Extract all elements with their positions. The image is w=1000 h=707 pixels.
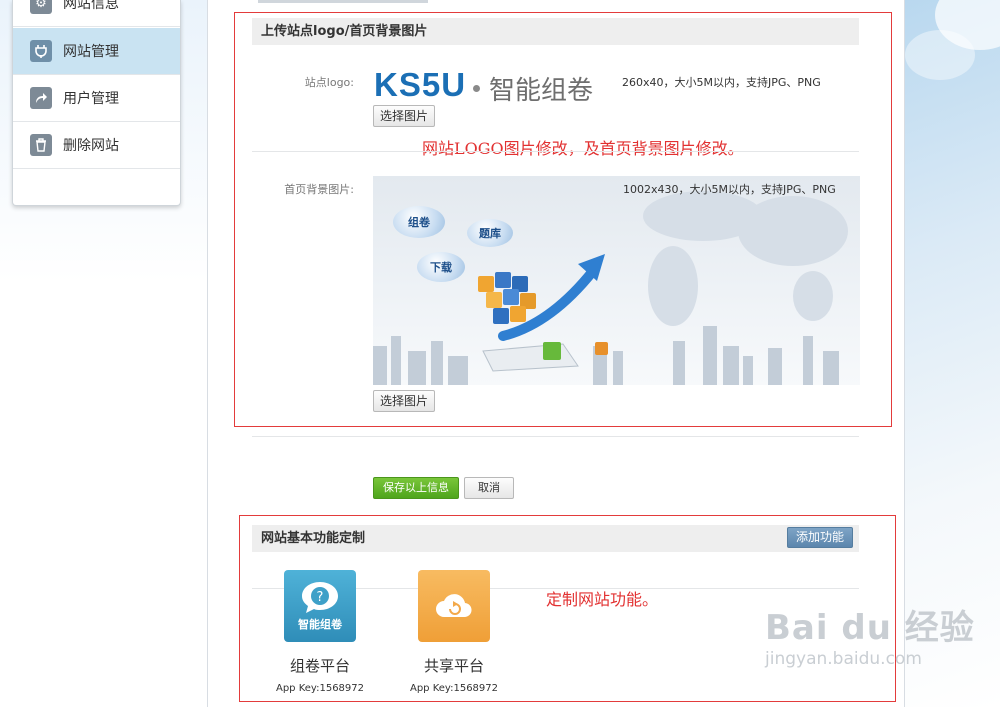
cube-icon: [493, 308, 509, 324]
watermark-url: jingyan.baidu.com: [765, 649, 922, 669]
sidebar-item-label: 用户管理: [63, 91, 119, 107]
bg-size-hint: 1002x430，大小5M以内，支持JPG、PNG: [623, 183, 836, 196]
cube-icon: [543, 342, 561, 360]
features-section-title: 网站基本功能定制: [252, 525, 859, 552]
homepage-banner-preview: 组卷 题库 下载: [373, 176, 860, 385]
share-arrow-icon: [30, 87, 52, 109]
app-tile-zujuan[interactable]: ? 智能组卷: [284, 570, 356, 642]
choose-bg-button[interactable]: 选择图片: [373, 390, 436, 412]
divider: [252, 436, 859, 437]
sidebar-item-label: 删除网站: [63, 138, 119, 154]
trash-icon: [30, 134, 52, 156]
cube-icon: [495, 272, 511, 288]
top-tab-indicator: [258, 0, 428, 3]
add-feature-button[interactable]: 添加功能: [787, 527, 854, 548]
gear-icon: ⚙: [30, 0, 52, 14]
sidebar-item-site-info[interactable]: ⚙ 网站信息: [13, 0, 180, 27]
cube-icon: [595, 342, 608, 355]
features-annotation: 定制网站功能。: [546, 590, 659, 609]
app-tile-text: 智能组卷: [298, 618, 342, 631]
app-key: App Key:1568972: [275, 683, 365, 694]
plug-icon: [30, 40, 52, 62]
sidebar-item-label: 网站信息: [63, 0, 119, 12]
logo-label: 站点logo:: [304, 76, 354, 89]
sidebar-item-label: 网站管理: [63, 44, 119, 60]
sidebar-item-user-manage[interactable]: 用户管理: [13, 75, 180, 122]
upload-section-title: 上传站点logo/首页背景图片: [252, 18, 859, 45]
logo-brand: KS5U: [374, 66, 467, 103]
watermark-brand: Bai du 经验: [765, 608, 975, 648]
bubble-tiku: 题库: [467, 219, 513, 247]
cube-icon: [510, 306, 526, 322]
svg-text:?: ?: [317, 590, 324, 605]
bg-label: 首页背景图片:: [284, 183, 354, 196]
cube-icon: [478, 276, 494, 292]
sidebar: ⚙ 网站信息 网站管理 用户管理 删除网站: [12, 0, 181, 206]
cube-icon: [486, 292, 502, 308]
sidebar-item-delete-site[interactable]: 删除网站: [13, 122, 180, 169]
cancel-button[interactable]: 取消: [464, 477, 514, 499]
app-name: 组卷平台: [289, 657, 350, 675]
baidu-watermark: Bai du 经验 jingyan.baidu.com: [765, 600, 975, 669]
divider: [252, 151, 859, 152]
logo-text: 智能组卷: [489, 76, 594, 106]
bubble-xiazai: 下载: [417, 252, 465, 282]
save-button[interactable]: 保存以上信息: [373, 477, 459, 499]
logo-size-hint: 260x40，大小5M以内，支持JPG、PNG: [622, 76, 821, 89]
choose-logo-button[interactable]: 选择图片: [373, 105, 436, 127]
cube-icon: [503, 289, 519, 305]
upload-annotation: 网站LOGO图片修改，及首页背景图片修改。: [422, 139, 744, 158]
bubble-zujuan: 组卷: [393, 206, 445, 238]
app-tile-gongxiang[interactable]: [418, 570, 490, 642]
sidebar-item-site-manage[interactable]: 网站管理: [13, 28, 180, 75]
question-bubble-icon: ?: [302, 582, 338, 613]
app-key: App Key:1568972: [409, 683, 499, 694]
logo-dot-icon: [473, 85, 480, 92]
cloud-sync-icon: [436, 594, 472, 618]
app-name: 共享平台: [423, 657, 484, 675]
